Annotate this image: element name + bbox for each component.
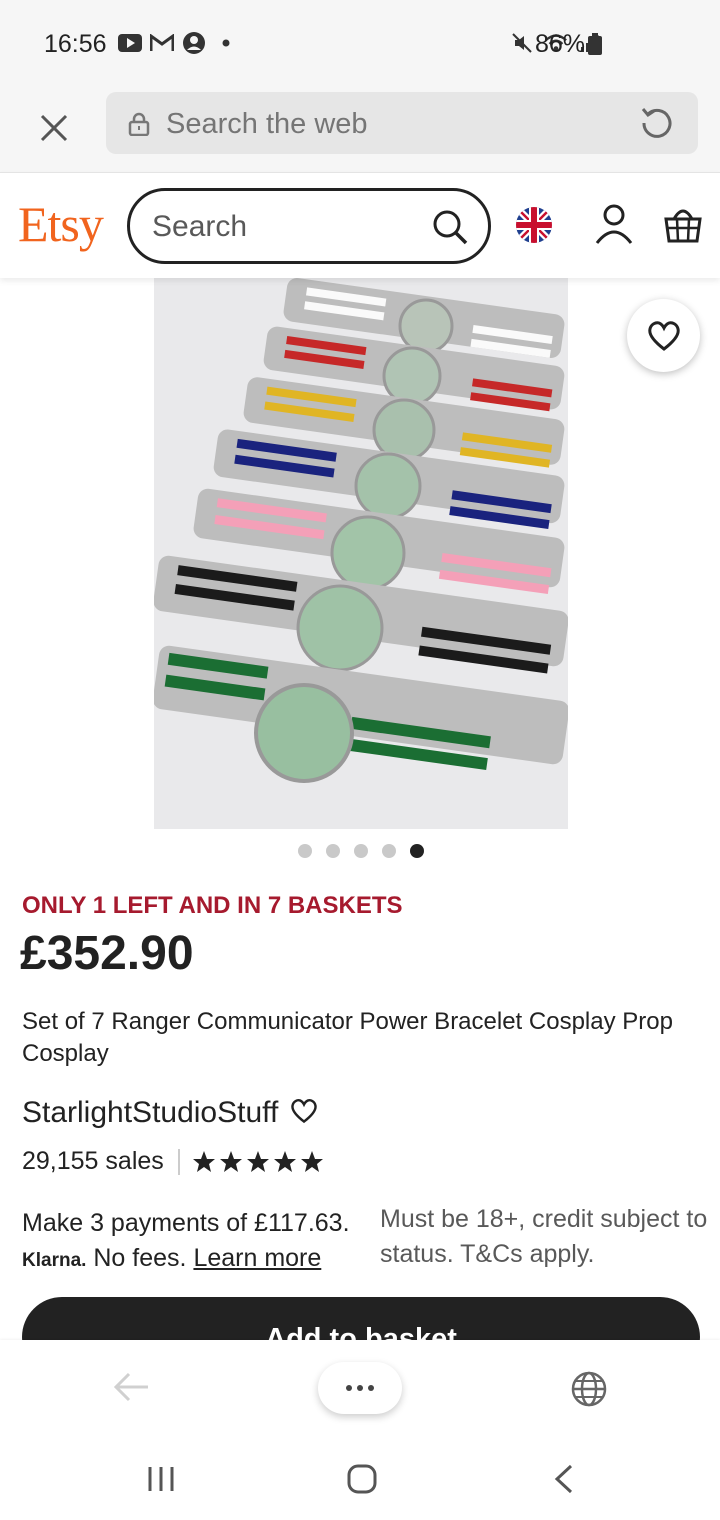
favorite-button[interactable]	[627, 299, 700, 372]
star-icon	[246, 1150, 269, 1172]
battery-percent: 86%	[535, 30, 586, 58]
sales-count: 29,155 sales	[22, 1147, 164, 1175]
account-circle-icon	[182, 32, 206, 54]
klarna-logo: Klarna.	[22, 1250, 87, 1271]
heart-icon	[647, 320, 680, 351]
carousel-dot[interactable]	[354, 844, 368, 858]
recent-apps-icon[interactable]	[147, 1466, 175, 1497]
etsy-search-input[interactable]: Search	[127, 188, 491, 264]
product-title: Set of 7 Ranger Communicator Power Brace…	[22, 1008, 673, 1067]
carousel-dot[interactable]	[382, 844, 396, 858]
star-icon	[300, 1150, 323, 1172]
browser-bottom-toolbar	[0, 1340, 720, 1436]
star-icon	[273, 1150, 296, 1172]
etsy-search-placeholder: Search	[152, 210, 248, 243]
lock-icon	[128, 112, 150, 141]
shop-row: StarlightStudioStuff	[22, 1096, 318, 1130]
shop-name-link[interactable]: StarlightStudioStuff	[22, 1096, 278, 1130]
account-icon[interactable]	[594, 203, 634, 250]
status-bar: 16:56 86%	[0, 0, 720, 88]
address-bar[interactable]: Search the web	[106, 92, 698, 154]
battery-icon	[588, 33, 602, 60]
home-icon[interactable]	[347, 1464, 377, 1499]
no-fees-text: No fees.	[93, 1244, 187, 1272]
follow-shop-heart-icon[interactable]	[290, 1098, 318, 1129]
learn-more-link[interactable]: Learn more	[193, 1244, 321, 1272]
browser-toolbar: Search the web	[0, 88, 720, 172]
stock-message: ONLY 1 LEFT AND IN 7 BASKETS	[22, 892, 403, 919]
image-carousel-dots	[298, 844, 424, 858]
carousel-dot-active[interactable]	[410, 844, 424, 858]
mute-icon	[510, 32, 534, 54]
status-notification-icons	[118, 32, 238, 54]
reload-icon[interactable]	[640, 106, 674, 145]
back-icon[interactable]	[553, 1464, 575, 1499]
product-image[interactable]	[154, 278, 568, 829]
back-arrow-icon[interactable]	[112, 1370, 150, 1409]
globe-translate-icon[interactable]	[570, 1370, 608, 1413]
rating-stars[interactable]	[192, 1150, 324, 1174]
uk-flag-icon[interactable]	[515, 206, 553, 249]
etsy-logo[interactable]: Etsy	[18, 195, 104, 253]
search-icon[interactable]	[432, 209, 470, 252]
carousel-dot[interactable]	[298, 844, 312, 858]
close-tab-button[interactable]	[32, 106, 76, 150]
youtube-icon	[118, 32, 142, 54]
credit-note: Must be 18+, credit subject to status. T…	[380, 1205, 708, 1268]
system-navigation-bar	[0, 1436, 720, 1520]
basket-icon[interactable]	[664, 203, 702, 250]
close-icon	[40, 114, 68, 142]
star-icon	[192, 1150, 215, 1172]
address-bar-placeholder: Search the web	[166, 108, 368, 140]
etsy-header: Etsy Search	[0, 172, 720, 278]
divider	[177, 1148, 180, 1175]
sales-rating-row: 29,155 sales	[22, 1147, 324, 1176]
dot-icon	[214, 32, 238, 54]
gmail-icon	[150, 32, 174, 54]
carousel-dot[interactable]	[326, 844, 340, 858]
payment-line: Make 3 payments of £117.63.	[22, 1209, 350, 1237]
more-dots-icon	[346, 1385, 374, 1391]
klarna-payment-info: Make 3 payments of £117.63. Klarna. No f…	[22, 1206, 372, 1278]
status-time: 16:56	[44, 30, 107, 58]
product-price: £352.90	[20, 927, 194, 980]
more-options-button[interactable]	[318, 1362, 402, 1414]
star-icon	[219, 1150, 242, 1172]
